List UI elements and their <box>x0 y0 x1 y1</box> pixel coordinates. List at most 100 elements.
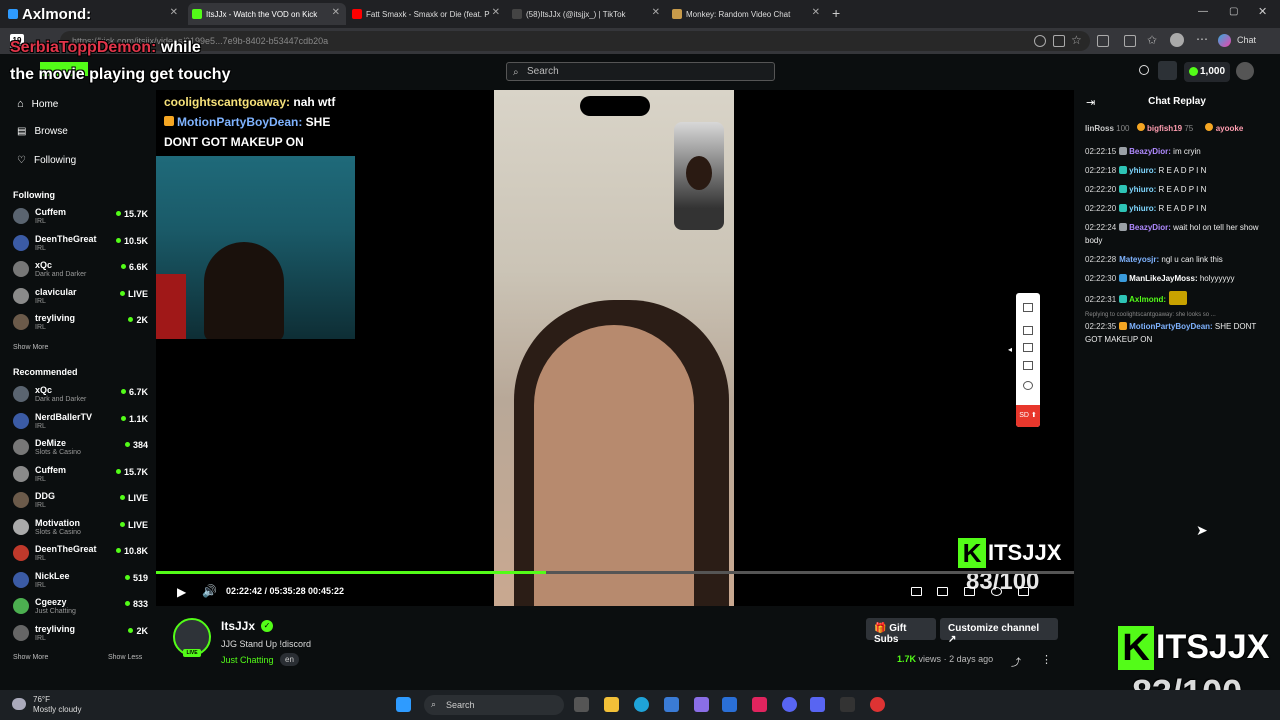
chat-username[interactable]: ManLikeJayMoss: <box>1129 274 1197 283</box>
chat-username[interactable]: MotionPartyBoyDean: <box>1129 322 1213 331</box>
reader-icon[interactable] <box>1053 35 1065 47</box>
theater-icon[interactable] <box>964 587 975 596</box>
favorite-star-icon[interactable]: ☆ <box>1071 33 1082 47</box>
sidebar-channel-xqc[interactable]: xQc Dark and Darker 6.7K <box>13 383 148 405</box>
sidebar-channel-cgeezy[interactable]: Cgeezy Just Chatting 833 <box>13 595 148 617</box>
menu-icon[interactable]: ⋯ <box>1196 32 1208 46</box>
chat-username[interactable]: yhiuro: <box>1129 166 1156 175</box>
close-icon[interactable]: ✕ <box>652 7 660 18</box>
profile-avatar[interactable] <box>1170 33 1184 47</box>
sidebar-channel-deenthegreat[interactable]: DeenTheGreat IRL 10.8K <box>13 542 148 564</box>
share-icon[interactable]: ⤴ <box>1011 654 1021 669</box>
user-avatar[interactable] <box>1236 62 1254 80</box>
sidebar-channel-cuffem[interactable]: Cuffem IRL 15.7K <box>13 205 148 227</box>
app-icon[interactable] <box>694 697 709 712</box>
settings-icon[interactable] <box>991 587 1002 596</box>
copy-icon[interactable] <box>1023 303 1033 312</box>
toolbar-collapse-icon[interactable]: ◂ <box>1008 345 1012 354</box>
sidebar-channel-deenthegreat[interactable]: DeenTheGreat IRL 10.5K <box>13 232 148 254</box>
copilot-label[interactable]: Chat <box>1237 35 1256 45</box>
sidebar-channel-treyliving[interactable]: treyliving IRL 2K <box>13 622 148 644</box>
pen-icon[interactable] <box>1023 326 1033 335</box>
close-icon[interactable]: ✕ <box>170 7 178 18</box>
close-icon[interactable]: ✕ <box>812 7 820 18</box>
sidebar-channel-clavicular[interactable]: clavicular IRL LIVE <box>13 285 148 307</box>
split-screen-icon[interactable] <box>1124 35 1136 47</box>
tab-youtube[interactable]: Fatt Smaxk - Smaxk or Die (feat. P ✕ <box>348 3 506 25</box>
close-icon[interactable]: ✕ <box>492 7 500 18</box>
rewards-icon[interactable] <box>1139 65 1149 75</box>
discord-icon[interactable] <box>810 697 825 712</box>
coin-balance[interactable]: 1,000 <box>1184 62 1230 82</box>
chat-username[interactable]: BeazyDior: <box>1129 147 1171 156</box>
chat-username[interactable]: BeazyDior: <box>1129 223 1171 232</box>
windows-start-icon[interactable] <box>396 697 411 712</box>
edge-icon[interactable] <box>634 697 649 712</box>
external-link-icon: ↗ <box>948 634 957 645</box>
favorites-icon[interactable]: ✩ <box>1147 33 1157 47</box>
taskbar-search[interactable]: ⌕ Search <box>424 695 564 715</box>
sidebar-item-following[interactable]: ♡ Following <box>17 155 76 166</box>
rectangle-icon[interactable] <box>1023 343 1033 352</box>
sd-upload-button[interactable]: SD ⬆ <box>1016 405 1040 427</box>
store-icon[interactable] <box>722 697 737 712</box>
sidebar-channel-demize[interactable]: DeMize Slots & Casino 384 <box>13 436 148 458</box>
gifter-name[interactable]: linRoss <box>1085 124 1114 133</box>
kick-studio-icon[interactable] <box>1158 61 1177 80</box>
new-tab-icon[interactable]: + <box>832 5 840 21</box>
app-icon[interactable] <box>782 697 797 712</box>
chat-username[interactable]: Mateyosjr: <box>1119 255 1159 264</box>
stream-category[interactable]: Just Chatting <box>221 655 274 665</box>
sidebar-channel-nerdballertv[interactable]: NerdBallerTV IRL 1.1K <box>13 410 148 432</box>
customize-channel-button[interactable]: Customize channel ↗ <box>940 618 1058 645</box>
chat-username[interactable]: Axlmond: <box>1129 295 1166 304</box>
app-icon[interactable] <box>664 697 679 712</box>
more-options-icon[interactable]: ⋮ <box>1041 653 1052 666</box>
search-input[interactable]: ⌕ Search <box>506 62 775 81</box>
sidebar-item-home[interactable]: ⌂ Home <box>17 98 58 110</box>
gifter-name[interactable]: ayooke <box>1216 124 1244 133</box>
timer-icon[interactable] <box>1023 381 1033 390</box>
zoom-icon[interactable] <box>1034 35 1046 47</box>
close-window-icon[interactable]: ✕ <box>1258 5 1267 18</box>
extensions-icon[interactable] <box>1097 35 1109 47</box>
crop-icon[interactable] <box>1023 361 1033 370</box>
sidebar-channel-nicklee[interactable]: NickLee IRL 519 <box>13 569 148 591</box>
app-icon[interactable] <box>870 697 885 712</box>
file-explorer-icon[interactable] <box>604 697 619 712</box>
progress-bar[interactable] <box>156 571 1074 574</box>
task-view-icon[interactable] <box>574 697 589 712</box>
sidebar-channel-xqc[interactable]: xQc Dark and Darker 6.6K <box>13 258 148 280</box>
tab-tiktok[interactable]: (58)ItsJJx (@itsjjx_) | TikTok ✕ <box>508 3 666 25</box>
weather-widget[interactable]: 76°F Mostly cloudy <box>33 695 81 715</box>
streamer-name[interactable]: ItsJJx <box>221 619 255 633</box>
show-more-recommended[interactable]: Show More <box>13 654 48 661</box>
sidebar-item-browse[interactable]: ▤ Browse <box>17 126 68 137</box>
show-less-recommended[interactable]: Show Less <box>108 654 142 661</box>
tab-monkey[interactable]: Monkey: Random Video Chat ✕ <box>668 3 826 25</box>
language-tag[interactable]: en <box>280 653 299 666</box>
chat-username[interactable]: yhiuro: <box>1129 185 1156 194</box>
play-icon[interactable]: ▶ <box>177 585 186 599</box>
sidebar-channel-cuffem[interactable]: Cuffem IRL 15.7K <box>13 463 148 485</box>
fullscreen-icon[interactable] <box>1018 587 1029 596</box>
maximize-icon[interactable]: ▢ <box>1229 6 1238 17</box>
sidebar-channel-motivation[interactable]: Motivation Slots & Casino LIVE <box>13 516 148 538</box>
video-player[interactable]: coolightscantgoaway: nah wtf MotionParty… <box>156 90 1074 606</box>
gifter-name[interactable]: bigfish19 <box>1147 124 1182 133</box>
clip-icon[interactable] <box>937 587 948 596</box>
epic-games-icon[interactable] <box>840 697 855 712</box>
tab-axlmond[interactable]: Axlmond: ✕ <box>4 3 184 25</box>
volume-icon[interactable]: 🔊 <box>202 584 217 598</box>
chat-username[interactable]: yhiuro: <box>1129 204 1156 213</box>
close-icon[interactable]: ✕ <box>332 7 340 18</box>
sidebar-channel-treyliving[interactable]: treyliving IRL 2K <box>13 311 148 333</box>
copilot-icon[interactable] <box>1218 34 1231 47</box>
app-icon[interactable] <box>752 697 767 712</box>
show-more-following[interactable]: Show More <box>13 344 48 351</box>
tab-kick-vod[interactable]: ItsJJx - Watch the VOD on Kick ✕ <box>188 3 346 25</box>
sidebar-channel-ddg[interactable]: DDG IRL LIVE <box>13 489 148 511</box>
minimize-icon[interactable]: — <box>1198 6 1208 17</box>
pip-icon[interactable] <box>911 587 922 596</box>
gift-subs-button[interactable]: 🎁 Gift Subs <box>866 618 936 645</box>
